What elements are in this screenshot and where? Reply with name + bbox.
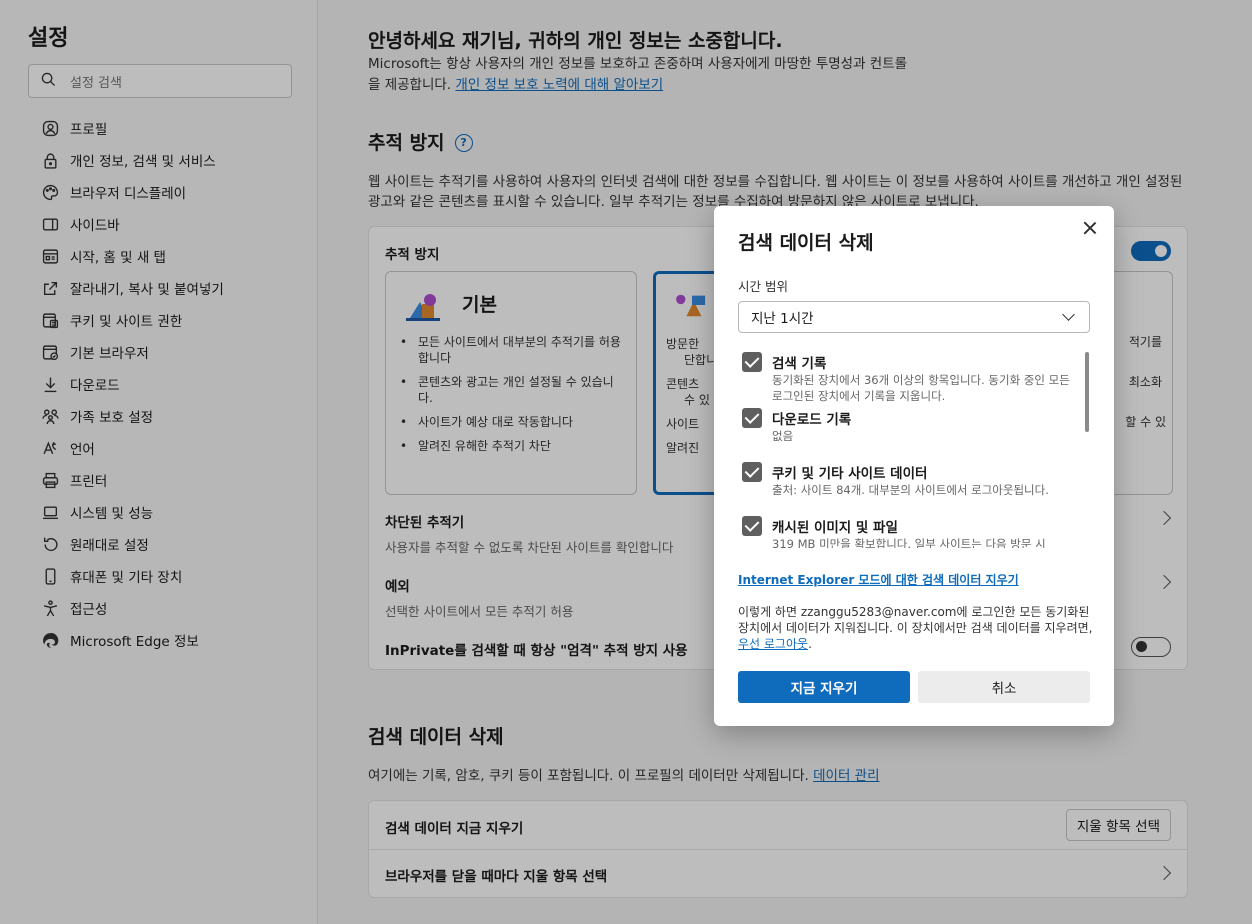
option-title: 캐시된 이미지 및 파일 xyxy=(772,520,898,536)
sync-note-text: 이렇게 하면 zzanggu5283@naver.com에 로그인한 모든 동기… xyxy=(738,605,1093,635)
checkbox-checked[interactable] xyxy=(742,462,762,482)
scrollbar[interactable] xyxy=(1085,352,1089,432)
sync-note-end: . xyxy=(808,637,812,651)
ie-mode-clear-link[interactable]: Internet Explorer 모드에 대한 검색 데이터 지우기 xyxy=(738,571,1019,588)
chevron-down-icon xyxy=(1062,308,1075,321)
dialog-title: 검색 데이터 삭제 xyxy=(738,232,874,254)
sync-note: 이렇게 하면 zzanggu5283@naver.com에 로그인한 모든 동기… xyxy=(738,604,1094,652)
option-description: 없음 xyxy=(772,429,794,443)
checkbox-checked[interactable] xyxy=(742,352,762,372)
cancel-button[interactable]: 취소 xyxy=(918,671,1090,703)
option-title: 다운로드 기록 xyxy=(772,412,852,428)
option-description: 동기화된 장치에서 36개 이상의 항목입니다. 동기화 중인 모든 로그인된 … xyxy=(772,373,1070,403)
data-options-list: 검색 기록 동기화된 장치에서 36개 이상의 항목입니다. 동기화 중인 모든… xyxy=(738,348,1090,548)
option-title: 쿠키 및 기타 사이트 데이터 xyxy=(772,466,928,482)
sign-out-link[interactable]: 우선 로그아웃 xyxy=(738,637,808,651)
checkbox-checked[interactable] xyxy=(742,408,762,428)
option-description: 출처: 사이트 84개. 대부분의 사이트에서 로그아웃됩니다. xyxy=(772,483,1049,497)
time-range-value: 지난 1시간 xyxy=(751,311,814,327)
clear-now-button[interactable]: 지금 지우기 xyxy=(738,671,910,703)
option-title: 검색 기록 xyxy=(772,356,827,372)
clear-browsing-data-dialog: 검색 데이터 삭제 시간 범위 지난 1시간 검색 기록 동기화된 장치에서 3… xyxy=(714,206,1114,726)
option-description: 319 MB 미만을 확보합니다. 일부 사이트는 다음 방문 시 xyxy=(772,537,1046,548)
checkbox-checked[interactable] xyxy=(742,516,762,536)
close-icon[interactable] xyxy=(1080,218,1100,238)
time-range-label: 시간 범위 xyxy=(738,279,788,294)
time-range-select[interactable]: 지난 1시간 xyxy=(738,301,1090,333)
